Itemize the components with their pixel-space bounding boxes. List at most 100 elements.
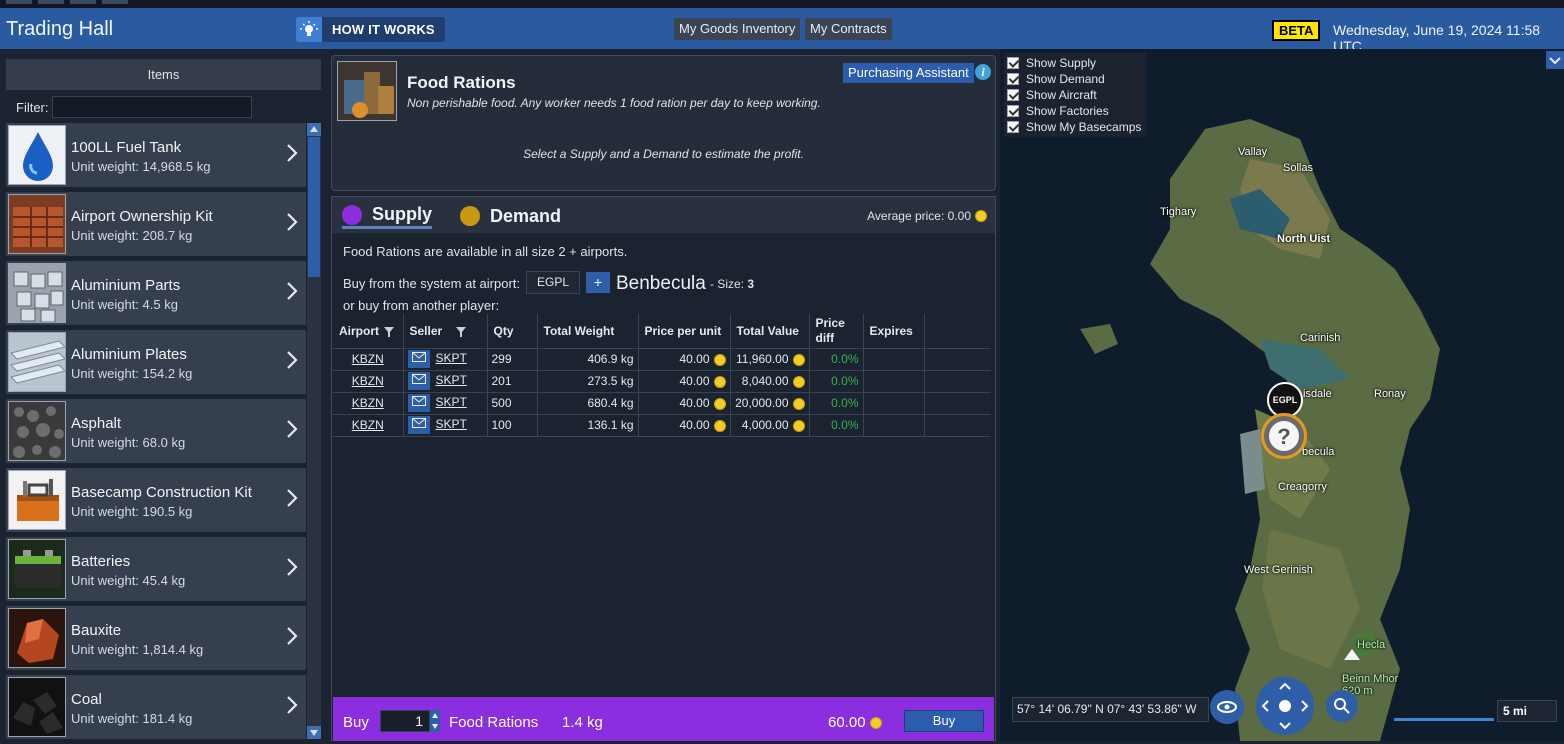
checkbox-checked-icon[interactable]: [1007, 105, 1019, 117]
size-value: 3: [747, 277, 755, 291]
airport-link[interactable]: KBZN: [352, 352, 384, 366]
qty-cell: 100: [487, 413, 538, 437]
scroll-thumb[interactable]: [308, 137, 320, 277]
availability-text: Food Rations are available in all size 2…: [343, 244, 628, 259]
info-icon[interactable]: i: [975, 64, 991, 80]
col-price-diff[interactable]: Price diff: [809, 314, 864, 348]
window-tab[interactable]: [70, 0, 96, 4]
list-item[interactable]: Batteries Unit weight: 45.4 kg: [6, 537, 306, 601]
coin-icon: [792, 419, 805, 432]
col-airport[interactable]: Airport: [333, 314, 404, 348]
airport-link[interactable]: KBZN: [352, 418, 384, 432]
item-weight: Unit weight: 154.2 kg: [71, 366, 193, 381]
checkbox-checked-icon[interactable]: [1007, 57, 1019, 69]
gravel-icon: [8, 401, 66, 461]
table-row[interactable]: KBZN SKPT 201 273.5 kg 40.00 8,040.00 0.…: [333, 369, 991, 392]
airport-link[interactable]: KBZN: [352, 396, 384, 410]
tab-supply[interactable]: Supply: [342, 203, 433, 229]
goods-inventory-button[interactable]: My Goods Inventory: [674, 18, 801, 40]
lightbulb-icon: [296, 17, 322, 42]
layer-label: Show Supply: [1026, 56, 1097, 70]
list-item[interactable]: Aluminium Parts Unit weight: 4.5 kg: [6, 261, 306, 325]
mail-icon[interactable]: [407, 350, 430, 368]
layer-label: Show Demand: [1026, 72, 1105, 86]
airport-name: Benbecula: [616, 273, 706, 294]
price-value: 40.00: [679, 352, 710, 366]
quantity-spin-icon[interactable]: [430, 710, 440, 732]
offers-table: Airport Seller Qty Total Weight Price pe…: [333, 314, 991, 437]
filter-icon[interactable]: [384, 326, 394, 337]
show-supply-checkbox[interactable]: Show Supply: [1007, 56, 1096, 70]
price-cell: 40.00: [638, 391, 731, 414]
map-pan-control[interactable]: [1256, 677, 1314, 735]
tab-demand[interactable]: Demand: [460, 203, 561, 229]
quantity-stepper[interactable]: 1: [380, 710, 430, 732]
list-item[interactable]: Basecamp Construction Kit Unit weight: 1…: [6, 468, 306, 532]
map-search-button[interactable]: [1326, 690, 1358, 722]
item-name: Coal: [71, 691, 102, 708]
coal-icon: [8, 677, 66, 737]
table-row[interactable]: KBZN SKPT 500 680.4 kg 40.00 20,000.00 0…: [333, 391, 991, 414]
buy-system-label: Buy from the system at airport:: [343, 276, 521, 291]
coin-icon: [792, 397, 805, 410]
window-tab[interactable]: [6, 0, 32, 4]
map-place-label: West Gerinish: [1244, 564, 1313, 576]
mail-icon[interactable]: [407, 416, 430, 434]
list-item[interactable]: 100LL Fuel Tank Unit weight: 14,968.5 kg: [6, 123, 306, 187]
checkbox-checked-icon[interactable]: [1007, 89, 1019, 101]
col-seller[interactable]: Seller: [403, 314, 488, 348]
col-seller-label: Seller: [409, 323, 443, 338]
seller-link[interactable]: SKPT: [436, 417, 467, 431]
purchasing-assistant-button[interactable]: Purchasing Assistant: [843, 63, 974, 83]
checkbox-checked-icon[interactable]: [1007, 121, 1019, 133]
seller-link[interactable]: SKPT: [436, 395, 467, 409]
how-it-works-button[interactable]: HOW IT WORKS: [296, 17, 445, 42]
size-prefix: - Size:: [710, 277, 745, 291]
airport-code-field[interactable]: EGPL: [526, 271, 580, 294]
show-factories-checkbox[interactable]: Show Factories: [1007, 104, 1109, 118]
show-demand-checkbox[interactable]: Show Demand: [1007, 72, 1105, 86]
col-qty[interactable]: Qty: [487, 314, 538, 348]
seller-link[interactable]: SKPT: [436, 351, 467, 365]
map-collapse-icon[interactable]: [1546, 51, 1564, 69]
product-card: Food Rations Non perishable food. Any wo…: [331, 55, 996, 191]
list-item[interactable]: Coal Unit weight: 181.4 kg: [6, 675, 306, 739]
layer-label: Show Factories: [1026, 104, 1109, 118]
list-item[interactable]: Airport Ownership Kit Unit weight: 208.7…: [6, 192, 306, 256]
items-sidebar: Items Filter: 100LL Fuel Tank Unit weigh…: [0, 49, 327, 741]
contracts-button[interactable]: My Contracts: [805, 18, 892, 40]
scroll-down-arrow-icon[interactable]: [307, 726, 321, 739]
list-item[interactable]: Aluminium Plates Unit weight: 154.2 kg: [6, 330, 306, 394]
chevron-right-icon: [287, 351, 298, 369]
items-scrollbar[interactable]: [307, 123, 321, 739]
table-row[interactable]: KBZN SKPT 100 136.1 kg 40.00 4,000.00 0.…: [333, 413, 991, 437]
metal-plates-icon: [8, 332, 66, 392]
show-basecamps-checkbox[interactable]: Show My Basecamps: [1007, 120, 1141, 134]
show-aircraft-checkbox[interactable]: Show Aircraft: [1007, 88, 1097, 102]
spacer-cell: [924, 413, 991, 437]
seller-link[interactable]: SKPT: [436, 373, 467, 387]
col-total-weight[interactable]: Total Weight: [537, 314, 639, 348]
table-row[interactable]: KBZN SKPT 299 406.9 kg 40.00 11,960.00 0…: [333, 347, 991, 370]
mail-icon[interactable]: [407, 372, 430, 390]
window-tab[interactable]: [102, 0, 128, 4]
filter-icon[interactable]: [456, 326, 467, 337]
list-item[interactable]: Bauxite Unit weight: 1,814.4 kg: [6, 606, 306, 670]
buy-button[interactable]: Buy: [904, 710, 984, 732]
value-cell: 20,000.00: [730, 391, 810, 414]
window-tab[interactable]: [38, 0, 64, 4]
checkbox-checked-icon[interactable]: [1007, 73, 1019, 85]
list-item[interactable]: Asphalt Unit weight: 68.0 kg: [6, 399, 306, 463]
chevron-right-icon: [287, 489, 298, 507]
col-expires[interactable]: Expires: [863, 314, 925, 348]
unknown-location-marker[interactable]: ?: [1261, 413, 1307, 459]
col-price-per-unit[interactable]: Price per unit: [638, 314, 731, 348]
col-total-value[interactable]: Total Value: [730, 314, 810, 348]
chevron-right-icon: [287, 696, 298, 714]
eye-visibility-button[interactable]: [1210, 690, 1244, 724]
add-button[interactable]: +: [586, 272, 610, 293]
mail-icon[interactable]: [407, 394, 430, 412]
airport-link[interactable]: KBZN: [352, 374, 384, 388]
scroll-up-arrow-icon[interactable]: [307, 123, 321, 136]
filter-input[interactable]: [52, 96, 252, 118]
